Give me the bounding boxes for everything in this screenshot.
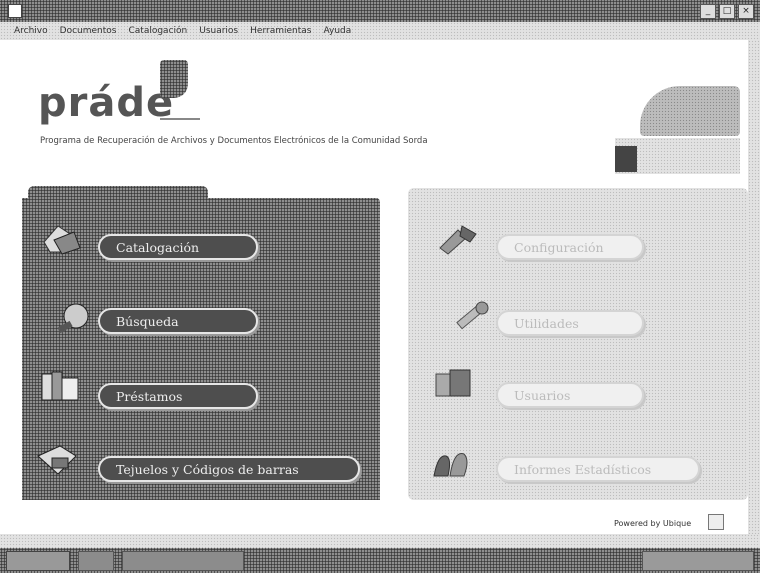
document-stack-icon <box>40 222 84 256</box>
magnifier-icon <box>52 300 96 334</box>
header-decoration-strip <box>615 138 740 174</box>
taskbar-window-button[interactable] <box>122 550 244 571</box>
informes-estadisticos-button[interactable]: Informes Estadísticos <box>496 456 700 482</box>
menu-bar: Archivo Documentos Catalogación Usuarios… <box>0 22 760 40</box>
menu-documentos[interactable]: Documentos <box>60 26 117 36</box>
tools-icon <box>436 222 480 256</box>
logo-book-icon <box>160 60 188 98</box>
powered-by-label: Powered by Ubique <box>614 519 692 528</box>
close-button[interactable]: × <box>738 3 754 19</box>
books-icon <box>38 368 82 402</box>
busqueda-button[interactable]: Búsqueda <box>98 308 258 334</box>
catalogacion-button[interactable]: Catalogación <box>98 234 258 260</box>
logo-underline <box>160 118 200 120</box>
charts-icon <box>428 444 472 478</box>
minimize-button[interactable]: _ <box>700 3 716 19</box>
usuarios-button[interactable]: Usuarios <box>496 382 644 408</box>
maximize-button[interactable]: □ <box>719 3 735 19</box>
system-tray <box>642 550 754 571</box>
powered-by-logo-icon <box>708 514 724 530</box>
menu-usuarios[interactable]: Usuarios <box>199 26 238 36</box>
program-subtitle: Programa de Recuperación de Archivos y D… <box>40 136 428 146</box>
wrench-icon <box>448 300 492 334</box>
header-decoration-icon <box>640 86 740 136</box>
menu-archivo[interactable]: Archivo <box>14 26 48 36</box>
prade-logo: práde <box>38 80 175 126</box>
taskbar <box>0 548 760 573</box>
menu-ayuda[interactable]: Ayuda <box>323 26 351 36</box>
menu-catalogacion[interactable]: Catalogación <box>128 26 187 36</box>
prestamos-button[interactable]: Préstamos <box>98 383 258 409</box>
quick-launch-icon[interactable] <box>78 550 114 571</box>
configuracion-button[interactable]: Configuración <box>496 234 644 260</box>
app-window-icon <box>8 4 22 18</box>
menu-herramientas[interactable]: Herramientas <box>250 26 311 36</box>
utilidades-button[interactable]: Utilidades <box>496 310 644 336</box>
tejuelos-codigos-barras-button[interactable]: Tejuelos y Códigos de barras <box>98 456 360 482</box>
window-title-bar: _ □ × <box>0 0 760 22</box>
status-bar <box>0 534 760 548</box>
start-button[interactable] <box>6 550 70 571</box>
user-files-icon <box>432 366 476 400</box>
header-block-icon <box>615 146 637 172</box>
vertical-scrollbar[interactable] <box>748 40 760 534</box>
labels-icon <box>36 442 80 476</box>
